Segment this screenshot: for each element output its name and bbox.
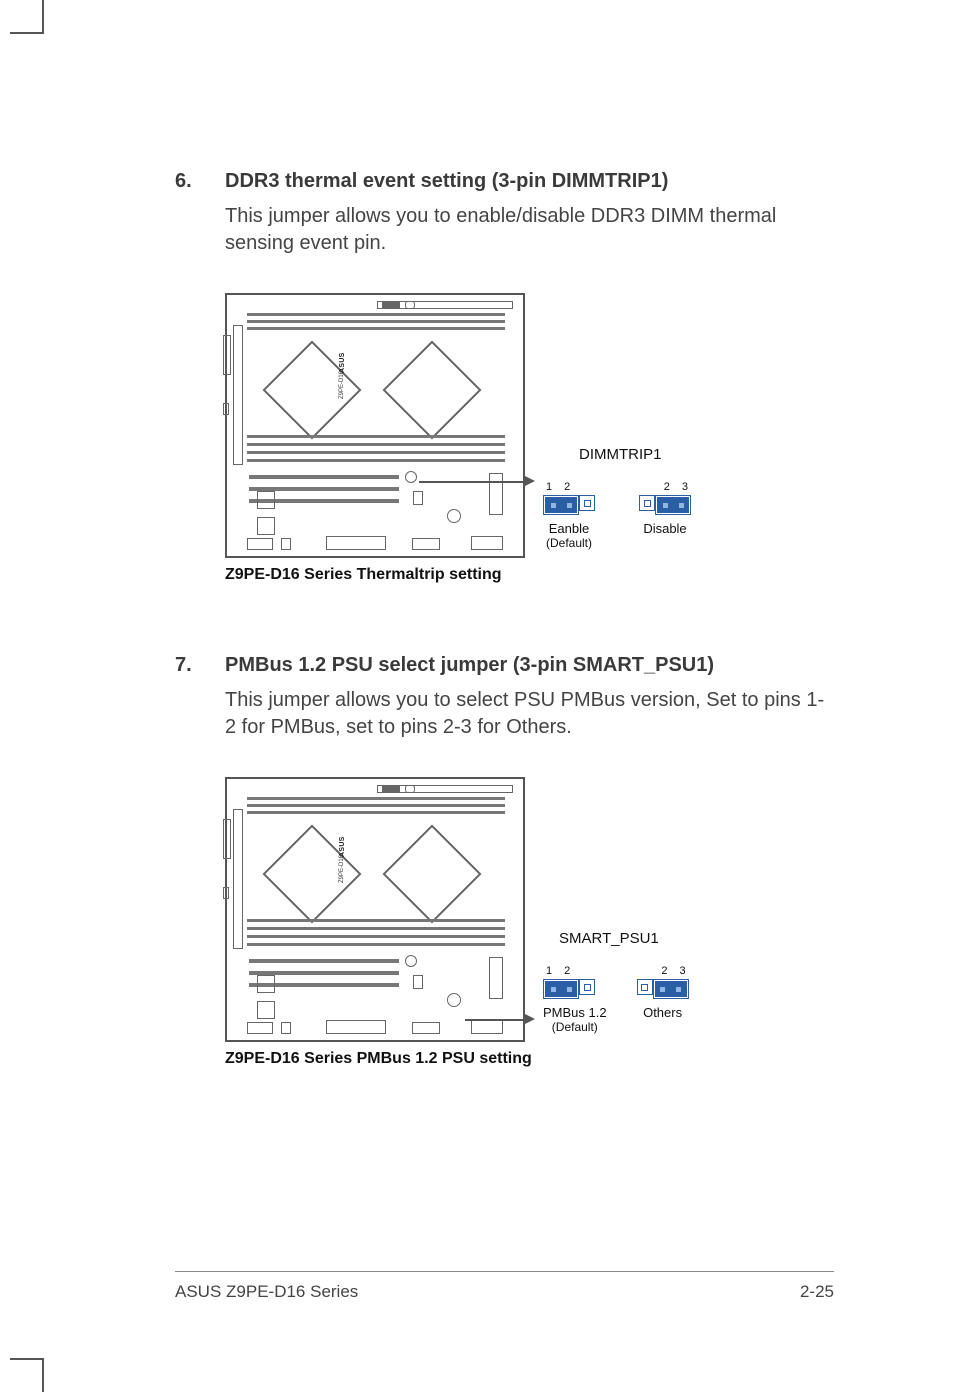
- section-item-7: 7. PMBus 1.2 PSU select jumper (3-pin SM…: [175, 654, 834, 1068]
- jumper-name: SMART_PSU1: [559, 930, 689, 947]
- jumper-option-others: 2 3 Others: [637, 965, 689, 1020]
- pin-label: 1: [546, 481, 552, 493]
- board-model-label: Z9PE-D16: [339, 371, 345, 399]
- board-brand-label: ASUS: [339, 836, 346, 857]
- figure-caption: Z9PE-D16 Series Thermaltrip setting: [225, 566, 845, 584]
- pin-label: 2: [564, 965, 570, 977]
- figure-caption: Z9PE-D16 Series PMBus 1.2 PSU setting: [225, 1050, 845, 1068]
- jumper-option-sub: (Default): [543, 536, 595, 550]
- section-number: 6.: [175, 170, 197, 193]
- figure-block-smartpsu: ASUS Z9PE-D16: [225, 777, 845, 1068]
- section-number: 7.: [175, 654, 197, 677]
- board-brand-label: ASUS: [339, 352, 346, 373]
- page-footer: ASUS Z9PE-D16 Series 2-25: [175, 1271, 834, 1302]
- jumper-diagram-dimmtrip: DIMMTRIP1 1 2 Eanble (Default): [543, 446, 691, 558]
- jumper-option-enable: 1 2 Eanble (Default): [543, 481, 595, 550]
- jumper-option-sub: (Default): [543, 1020, 607, 1034]
- crop-mark-top-left: [10, 0, 50, 40]
- pin-label: 1: [546, 965, 552, 977]
- section-title: PMBus 1.2 PSU select jumper (3-pin SMART…: [225, 654, 714, 677]
- footer-left: ASUS Z9PE-D16 Series: [175, 1282, 358, 1302]
- board-model-label: Z9PE-D16: [339, 855, 345, 883]
- jumper-name: DIMMTRIP1: [579, 446, 691, 463]
- jumper-diagram-smartpsu: SMART_PSU1 1 2 PMBus 1.2 (Default): [543, 930, 689, 1042]
- section-title: DDR3 thermal event setting (3-pin DIMMTR…: [225, 170, 668, 193]
- motherboard-diagram: ASUS Z9PE-D16: [225, 293, 525, 558]
- pin-label: 3: [682, 481, 688, 493]
- section-body: This jumper allows you to enable/disable…: [225, 203, 834, 257]
- section-heading: 7. PMBus 1.2 PSU select jumper (3-pin SM…: [175, 654, 834, 677]
- jumper-option-label: PMBus 1.2: [543, 1005, 607, 1020]
- footer-page-number: 2-25: [800, 1282, 834, 1302]
- pin-label: 3: [679, 965, 685, 977]
- jumper-option-disable: 2 3 Disable: [639, 481, 691, 536]
- pin-label: 2: [664, 481, 670, 493]
- section-item-6: 6. DDR3 thermal event setting (3-pin DIM…: [175, 170, 834, 584]
- pin-label: 2: [564, 481, 570, 493]
- jumper-option-label: Disable: [639, 521, 691, 536]
- crop-mark-bottom-left: [10, 1352, 50, 1392]
- page: 6. DDR3 thermal event setting (3-pin DIM…: [0, 0, 954, 1392]
- figure-block-dimmtrip: ASUS Z9PE-D16: [225, 293, 845, 584]
- motherboard-diagram: ASUS Z9PE-D16: [225, 777, 525, 1042]
- section-body: This jumper allows you to select PSU PMB…: [225, 687, 834, 741]
- section-heading: 6. DDR3 thermal event setting (3-pin DIM…: [175, 170, 834, 193]
- pin-label: 2: [661, 965, 667, 977]
- jumper-option-label: Eanble: [543, 521, 595, 536]
- jumper-option-label: Others: [637, 1005, 689, 1020]
- jumper-option-pmbus: 1 2 PMBus 1.2 (Default): [543, 965, 607, 1034]
